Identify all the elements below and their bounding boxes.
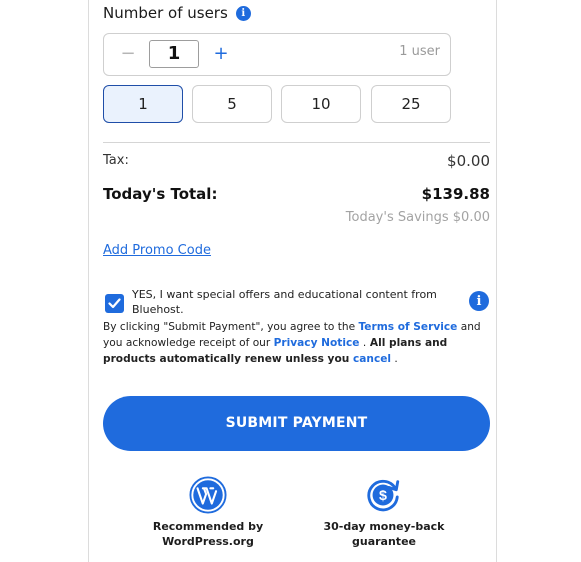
cancel-link[interactable]: cancel [353,353,391,365]
increment-button[interactable]: + [211,44,231,64]
money-back-icon: $ [367,479,400,512]
tax-label: Tax: [103,153,129,168]
preset-10-button[interactable]: 10 [281,85,361,123]
money-back-badge-line1: 30-day money-back [323,520,445,533]
add-promo-code-link[interactable]: Add Promo Code [103,243,211,258]
money-back-badge-line2: guarantee [352,535,416,548]
legal-text-4: . [391,353,398,365]
privacy-notice-link[interactable]: Privacy Notice [274,337,360,349]
optin-info-icon[interactable]: i [469,291,489,311]
divider [103,142,490,143]
total-value: $139.88 [421,185,490,203]
info-icon[interactable]: i [235,5,251,21]
total-label: Today's Total: [103,185,218,203]
wordpress-icon [189,476,227,514]
decrement-button[interactable]: − [118,44,138,64]
savings-label: Today's Savings $0.00 [345,210,490,225]
tax-value: $0.00 [447,152,490,170]
wordpress-badge-line1: Recommended by [152,520,264,533]
wordpress-badge-caption: Recommended by WordPress.org [138,519,278,549]
legal-notice: By clicking "Submit Payment", you agree … [103,319,495,367]
offers-optin-text: YES, I want special offers and education… [132,288,437,316]
terms-of-service-link[interactable]: Terms of Service [358,321,457,333]
users-heading-label: Number of users [103,4,228,22]
submit-payment-button[interactable]: SUBMIT PAYMENT [103,396,490,451]
svg-text:$: $ [379,488,387,504]
preset-1-button[interactable]: 1 [103,85,183,123]
offers-checkbox[interactable] [105,294,124,313]
user-count-label: 1 user [399,44,440,59]
money-back-badge-caption: 30-day money-back guarantee [314,519,454,549]
quantity-input[interactable]: 1 [149,40,199,68]
preset-5-button[interactable]: 5 [192,85,272,123]
users-heading: Number of users i [103,4,251,22]
wordpress-badge-line2: WordPress.org [162,535,254,548]
checkmark-icon [108,298,121,309]
preset-25-button[interactable]: 25 [371,85,451,123]
legal-text-1: By clicking "Submit Payment", you agree … [103,321,359,333]
